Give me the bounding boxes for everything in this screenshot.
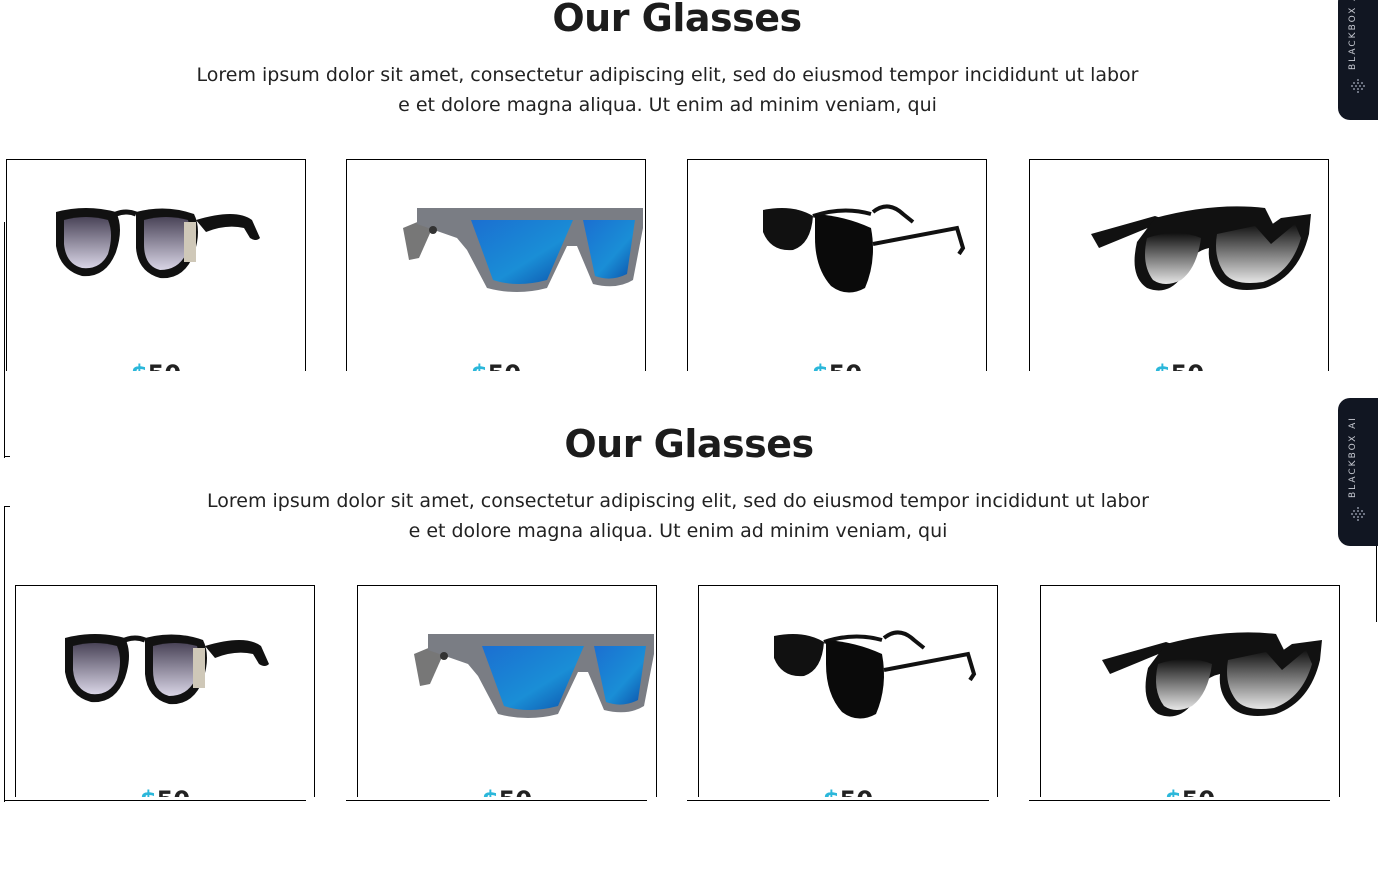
product-card[interactable]: $50 <box>357 585 657 797</box>
product-price: $50 <box>688 360 986 371</box>
frame-line <box>687 800 989 801</box>
section-description: Lorem ipsum dolor sit amet, consectetur … <box>206 490 1149 542</box>
products-section: Our Glasses Lorem ipsum dolor sit amet, … <box>0 400 1378 810</box>
product-card[interactable]: $50 <box>346 159 646 371</box>
product-price: $50 <box>16 786 314 797</box>
dot-grid-icon <box>1351 79 1365 93</box>
blue-mirror-sunglasses-image <box>408 624 657 724</box>
product-card[interactable]: $50 <box>698 585 998 797</box>
product-price: $50 <box>1030 360 1328 371</box>
cat-eye-sunglasses-image <box>55 624 275 724</box>
frame-line <box>346 800 647 801</box>
product-price: $50 <box>699 786 997 797</box>
products-section: Our Glasses Lorem ipsum dolor sit amet, … <box>0 0 1378 380</box>
section-description: Lorem ipsum dolor sit amet, consectetur … <box>196 64 1139 116</box>
blackbox-ai-label: BLACKBOX AI <box>1348 0 1358 70</box>
frame-line <box>4 800 306 801</box>
blackbox-ai-tab[interactable]: BLACKBOX AI <box>1338 0 1378 120</box>
section-title: Our Glasses <box>552 0 802 40</box>
blackbox-ai-label: BLACKBOX AI <box>1348 416 1358 498</box>
gradient-shield-sunglasses-image <box>1085 198 1315 298</box>
frame-line <box>1029 800 1330 801</box>
gradient-shield-sunglasses-image <box>1096 624 1326 724</box>
product-card[interactable]: $50 <box>1029 159 1329 371</box>
product-price: $50 <box>7 360 305 371</box>
blue-mirror-sunglasses-image <box>397 198 646 298</box>
blackbox-ai-tab[interactable]: BLACKBOX AI <box>1338 398 1378 546</box>
dot-grid-icon <box>1351 507 1365 521</box>
product-card[interactable]: $50 <box>687 159 987 371</box>
product-price: $50 <box>358 786 656 797</box>
product-price: $50 <box>347 360 645 371</box>
product-card[interactable]: $50 <box>15 585 315 797</box>
product-card[interactable]: $50 <box>1040 585 1340 797</box>
aviator-sunglasses-image <box>764 624 984 724</box>
product-card[interactable]: $50 <box>6 159 306 371</box>
product-price: $50 <box>1041 786 1339 797</box>
aviator-sunglasses-image <box>753 198 973 298</box>
section-title: Our Glasses <box>564 422 814 466</box>
cat-eye-sunglasses-image <box>46 198 266 298</box>
